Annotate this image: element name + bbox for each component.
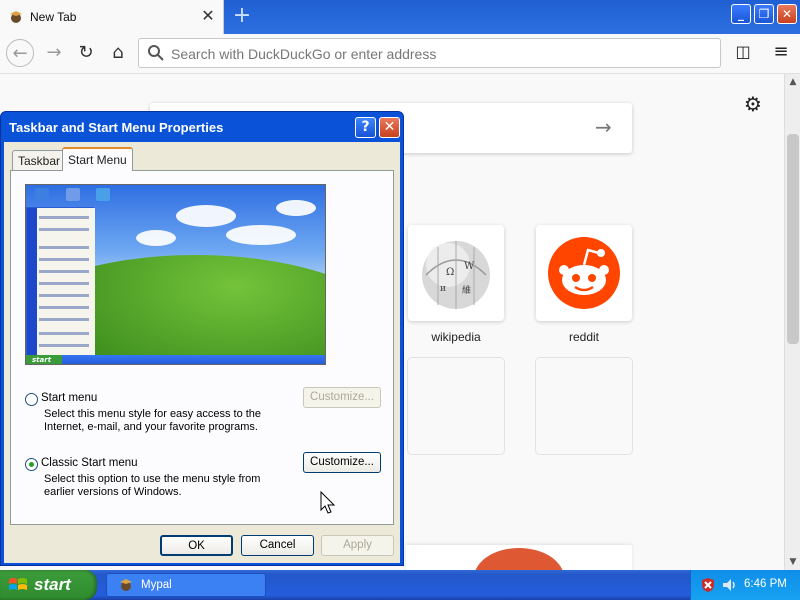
ok-button[interactable]: OK xyxy=(160,535,233,556)
reload-button[interactable]: ↻ xyxy=(72,39,100,67)
start-menu-panel: start Start menu Select this menu style … xyxy=(10,170,394,525)
tile-empty[interactable] xyxy=(408,358,504,454)
svg-text:Ω: Ω xyxy=(446,267,454,278)
gear-icon[interactable]: ⚙ xyxy=(742,93,764,115)
option-desc-line: Select this option to use the menu style… xyxy=(44,473,261,485)
radio-classic-start-menu[interactable] xyxy=(25,458,38,471)
svg-text:W: W xyxy=(464,261,475,272)
radio-start-menu[interactable] xyxy=(25,393,38,406)
minimize-button[interactable]: _ xyxy=(731,4,751,24)
sidebar-toggle-icon[interactable]: ◫ xyxy=(732,41,754,65)
tile-reddit[interactable] xyxy=(536,225,632,321)
option-label-classic: Classic Start menu xyxy=(41,457,138,469)
search-icon xyxy=(148,45,164,61)
scroll-down-icon[interactable]: ▼ xyxy=(785,554,800,570)
help-button[interactable]: ? xyxy=(355,117,376,138)
wikipedia-icon: Ω W и 維 xyxy=(422,241,490,309)
apply-button[interactable]: Apply xyxy=(321,535,394,556)
tile-label-reddit: reddit xyxy=(568,330,600,344)
dialog-close-button[interactable]: ✕ xyxy=(379,117,400,138)
start-menu-preview: start xyxy=(25,184,326,365)
tab-start-menu[interactable]: Start Menu xyxy=(62,147,133,171)
tab-close-icon[interactable]: ✕ xyxy=(200,8,216,24)
taskbar-properties-dialog: Taskbar and Start Menu Properties ? ✕ Ta… xyxy=(0,111,404,566)
hamburger-menu-icon[interactable]: ≡ xyxy=(770,41,792,65)
url-bar[interactable]: Search with DuckDuckGo or enter address xyxy=(138,38,721,68)
mypal-icon xyxy=(120,579,132,591)
cancel-button[interactable]: Cancel xyxy=(241,535,314,556)
option-desc-line: earlier versions of Windows. xyxy=(44,486,182,498)
preview-taskbar xyxy=(26,355,325,364)
speaker-icon[interactable] xyxy=(721,577,737,593)
tile-wikipedia[interactable]: Ω W и 維 xyxy=(408,225,504,321)
svg-text:維: 維 xyxy=(462,284,471,296)
tile-empty[interactable] xyxy=(536,358,632,454)
maximize-button[interactable]: ❐ xyxy=(754,4,774,24)
customize-start-menu-button[interactable]: Customize... xyxy=(303,387,381,408)
home-button[interactable]: ⌂ xyxy=(104,39,132,67)
preview-start-button: start xyxy=(26,355,62,364)
new-tab-button[interactable]: + xyxy=(230,5,254,29)
option-label-start-menu: Start menu xyxy=(41,392,98,404)
mouse-cursor-icon xyxy=(320,491,336,514)
clock: 6:46 PM xyxy=(744,578,787,590)
forward-button[interactable]: → xyxy=(40,39,68,67)
option-desc-line: Internet, e-mail, and your favorite prog… xyxy=(44,421,258,433)
tile-label-wikipedia: wikipedia xyxy=(431,330,481,344)
dialog-body: Taskbar Start Menu start Start menu Sele… xyxy=(4,142,400,563)
tab-title: New Tab xyxy=(30,10,77,24)
scrollbar-thumb[interactable] xyxy=(787,134,799,344)
dialog-title: Taskbar and Start Menu Properties xyxy=(9,120,224,135)
option-desc-line: Select this menu style for easy access t… xyxy=(44,408,262,420)
preview-start-menu xyxy=(26,207,95,358)
close-window-button[interactable]: ✕ xyxy=(777,4,797,24)
reddit-icon xyxy=(548,237,620,309)
page-scrollbar[interactable]: ▲ ▼ xyxy=(784,74,800,570)
back-button[interactable]: ← xyxy=(6,39,34,67)
mypal-favicon-icon xyxy=(10,11,22,23)
svg-text:и: и xyxy=(440,284,446,294)
url-placeholder: Search with DuckDuckGo or enter address xyxy=(171,46,437,62)
tab-taskbar[interactable]: Taskbar xyxy=(12,150,67,170)
customize-classic-button[interactable]: Customize... xyxy=(303,452,381,473)
radio-selected-dot xyxy=(29,462,34,467)
search-arrow-icon[interactable]: → xyxy=(595,115,612,139)
windows-logo-icon xyxy=(9,578,27,590)
security-alert-icon[interactable] xyxy=(700,577,716,593)
scroll-up-icon[interactable]: ▲ xyxy=(785,74,800,90)
